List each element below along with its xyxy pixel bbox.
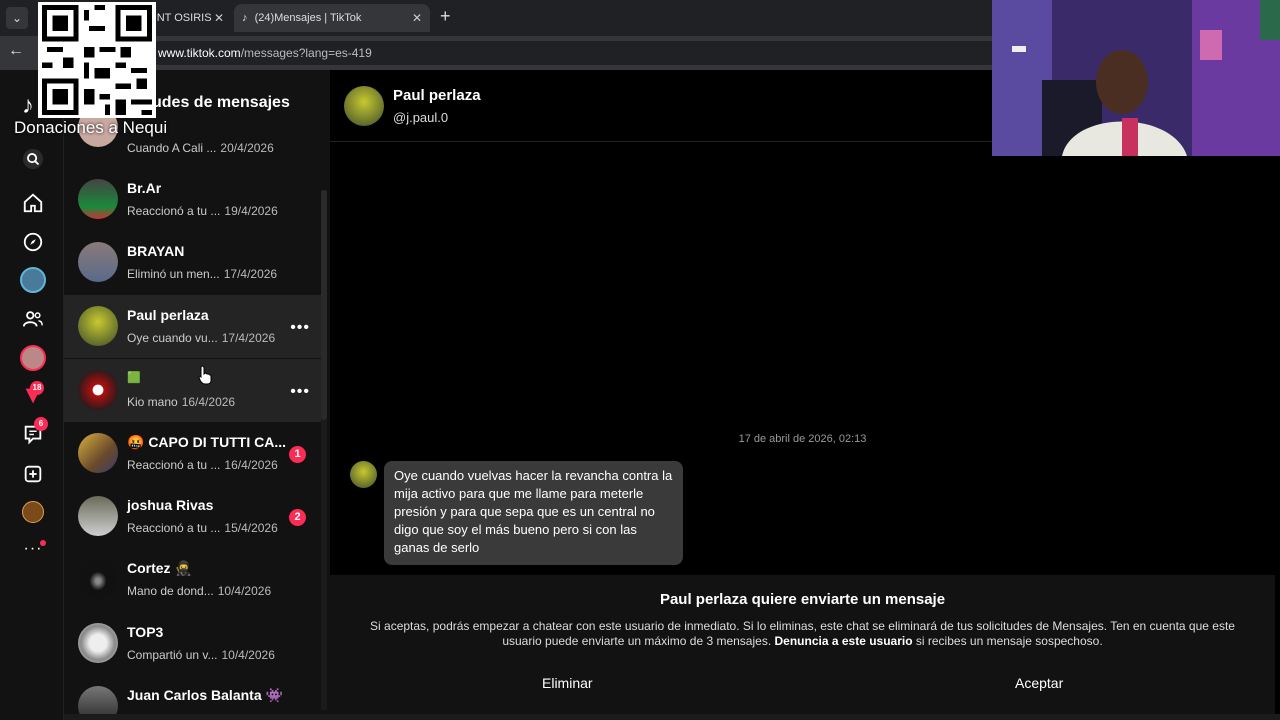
delete-button[interactable]: Eliminar: [542, 675, 593, 691]
messages-icon[interactable]: 6: [20, 417, 48, 447]
friends-icon[interactable]: [20, 306, 46, 332]
report-user-link[interactable]: Denuncia a este usuario: [775, 634, 913, 648]
conversation-preview: Reaccionó a tu ... 19/4/2026: [127, 204, 278, 218]
avatar: [78, 496, 118, 536]
browser-tab-nt-osiris[interactable]: - NT OSIRIS ✕: [150, 4, 232, 32]
tab-search-dropdown-icon[interactable]: ⌄: [6, 7, 28, 29]
more-options-icon[interactable]: •••: [290, 383, 310, 401]
following-avatar-icon[interactable]: [20, 267, 46, 293]
conversation-preview: Oye cuando vu... 17/4/2026: [127, 331, 276, 345]
message-timestamp: 17 de abril de 2026, 02:13: [738, 433, 867, 445]
conversation-name: BRAYAN: [127, 243, 185, 259]
conversation-name: 🤬 CAPO DI TUTTI CA...: [127, 434, 286, 450]
avatar: [78, 242, 118, 282]
avatar: [78, 179, 118, 219]
request-description: Si aceptas, podrás empezar a chatear con…: [370, 619, 1235, 648]
scrollbar-thumb[interactable]: [321, 190, 327, 420]
request-title: Paul perlaza quiere enviarte un mensaje: [659, 591, 946, 608]
conversation-item[interactable]: 🤬 CAPO DI TUTTI CA... Reaccionó a tu ...…: [64, 422, 322, 485]
live-avatar-icon[interactable]: [20, 345, 46, 371]
qr-code-image: [38, 2, 156, 118]
tab-label: - NT OSIRIS: [150, 12, 212, 24]
chat-pane: Paul perlaza @j.paul.0 17 de abril de 20…: [330, 70, 1280, 720]
conversation-preview: Cuando A Cali ... 20/4/2026: [127, 141, 274, 155]
tiktok-side-nav: 18 6 ···: [0, 70, 64, 720]
messages-badge: 6: [34, 417, 48, 431]
bottom-divider: [64, 714, 1280, 720]
conversation-item[interactable]: joshua Rivas Reaccionó a tu ... 15/4/2026…: [64, 485, 322, 548]
conversation-preview: Compartió un v... 10/4/2026: [127, 648, 275, 662]
tiktok-favicon-icon: ♪: [242, 12, 248, 24]
url-host: www.tiktok.com: [158, 46, 241, 60]
tab-close-icon[interactable]: ✕: [214, 4, 224, 32]
conversation-name: 🟩: [127, 372, 141, 384]
tab-close-icon[interactable]: ✕: [412, 4, 422, 32]
url-field[interactable]: www.tiktok.com/messages?lang=es-419: [148, 41, 1008, 65]
avatar: [78, 623, 118, 663]
conversation-preview: Kio mano 16/4/2026: [127, 395, 236, 409]
avatar: [78, 559, 118, 599]
conversation-preview: Eliminó un men... 17/4/2026: [127, 267, 278, 281]
conversation-item[interactable]: BRAYAN Eliminó un men... 17/4/2026: [64, 231, 322, 294]
chat-user-name[interactable]: Paul perlaza: [393, 87, 481, 104]
explore-compass-icon[interactable]: [20, 229, 46, 255]
new-tab-plus-icon[interactable]: +: [440, 6, 451, 27]
notifications-icon[interactable]: 18: [20, 381, 46, 409]
conversation-name: Br.Ar: [127, 180, 162, 196]
avatar: [78, 370, 118, 410]
conversation-item[interactable]: 🟩 Kio mano 16/4/2026 •••: [64, 359, 322, 422]
conversation-preview: Reaccionó a tu ... 16/4/2026: [127, 458, 278, 472]
notifications-badge: 18: [30, 381, 44, 395]
avatar: [78, 306, 118, 346]
unread-count-badge: 2: [289, 509, 306, 526]
more-notification-dot: [40, 540, 46, 546]
webcam-overlay-image: [992, 0, 1280, 156]
conversation-item-paul-perlaza[interactable]: Paul perlaza Oye cuando vu... 17/4/2026 •…: [64, 295, 322, 358]
conversation-name: Juan Carlos Balanta 👾: [127, 687, 283, 703]
message-request-prompt: Paul perlaza quiere enviarte un mensaje …: [330, 575, 1275, 720]
conversation-name: joshua Rivas: [127, 497, 214, 513]
browser-tab-tiktok-messages[interactable]: ♪ (24)Mensajes | TikTok ✕: [234, 4, 430, 32]
donations-overlay-text: Donaciones a Nequi: [14, 118, 168, 137]
profile-avatar-icon[interactable]: [20, 499, 46, 525]
conversation-preview: Reaccionó a tu ... 15/4/2026: [127, 521, 278, 535]
accept-button[interactable]: Aceptar: [1015, 675, 1063, 691]
unread-count-badge: 1: [289, 446, 306, 463]
chat-user-handle: @j.paul.0: [393, 110, 449, 125]
mouse-cursor-hand-icon: [198, 365, 212, 385]
tiktok-logo: ♪: [22, 92, 34, 119]
upload-plus-icon[interactable]: [20, 461, 46, 487]
panel-title: udes de mensajes: [152, 94, 290, 111]
home-icon[interactable]: [20, 190, 46, 216]
conversation-item[interactable]: Br.Ar Reaccionó a tu ... 19/4/2026: [64, 168, 322, 231]
conversation-item[interactable]: Cortez 🥷 Mano de dond... 10/4/2026: [64, 548, 322, 611]
message-requests-panel: udes de mensajes Cuando A Cali ... 20/4/2…: [64, 70, 330, 720]
more-dots-icon[interactable]: ···: [20, 536, 46, 562]
conversation-name: Paul perlaza: [127, 307, 209, 323]
back-arrow-icon[interactable]: ←: [8, 42, 24, 60]
conversation-name: Cortez 🥷: [127, 560, 192, 576]
search-icon[interactable]: [20, 146, 46, 172]
message-avatar: [350, 461, 377, 488]
avatar: [78, 433, 118, 473]
message-bubble: Oye cuando vuelvas hacer la revancha con…: [384, 461, 683, 565]
tab-label: (24)Mensajes | TikTok: [254, 12, 362, 24]
chat-avatar[interactable]: [344, 86, 384, 126]
more-options-icon[interactable]: •••: [290, 319, 310, 337]
conversation-name: TOP3: [127, 624, 164, 640]
conversation-item[interactable]: TOP3 Compartió un v... 10/4/2026: [64, 612, 322, 675]
conversation-preview: Mano de dond... 10/4/2026: [127, 584, 272, 598]
url-path: /messages?lang=es-419: [240, 46, 372, 60]
